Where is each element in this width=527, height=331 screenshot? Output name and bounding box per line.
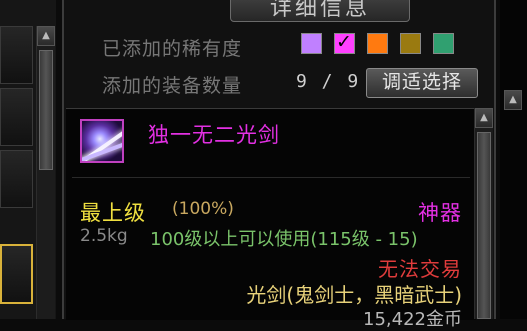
scroll-thumb[interactable]: [477, 132, 491, 319]
equipment-count-label: 添加的装备数量: [102, 75, 243, 97]
lightsaber-item-icon: [80, 119, 124, 163]
item-list-scrollbar[interactable]: ▲: [36, 26, 55, 319]
scroll-up-icon[interactable]: ▲: [504, 90, 522, 110]
item-tooltip-card: 独一无二光剑 最上级 (100%) 神器 2.5kg 100级以上可以使用(11…: [66, 108, 476, 330]
detail-scrollbar[interactable]: ▲: [474, 108, 493, 319]
item-name: 独一无二光剑: [148, 123, 280, 147]
rarity-swatch-olive[interactable]: [400, 33, 421, 54]
item-level-requirement: 100级以上可以使用(115级 - 15): [150, 229, 418, 250]
item-trade-status: 无法交易: [378, 257, 462, 281]
item-list-panel: ▲: [0, 0, 56, 319]
window-title-tab: 详细信息: [230, 0, 410, 22]
item-price: 15,422金币: [363, 309, 462, 330]
adjust-selection-button[interactable]: 调适选择: [366, 68, 478, 98]
equipment-count-value: 9 / 9: [296, 71, 361, 92]
item-weight: 2.5kg: [80, 226, 128, 246]
item-grade: 最上级: [80, 201, 146, 225]
item-usable-classes: 光剑(鬼剑士，黑暗武士): [246, 283, 462, 307]
outer-window-edge: ▲: [500, 0, 527, 319]
item-slot[interactable]: [0, 26, 33, 84]
rarity-swatch-orange[interactable]: [367, 33, 388, 54]
divider: [72, 177, 470, 178]
item-rarity: 神器: [418, 201, 462, 225]
window-title: 详细信息: [269, 0, 370, 21]
item-grade-percent: (100%): [172, 199, 234, 219]
scroll-up-icon[interactable]: ▲: [475, 108, 493, 128]
scroll-thumb[interactable]: [39, 50, 53, 170]
item-slot-selected[interactable]: [0, 244, 33, 304]
rarity-swatch-pink-checked[interactable]: ✓: [334, 31, 355, 54]
checkmark-icon: ✓: [336, 31, 352, 53]
detail-window: 详细信息 已添加的稀有度 ✓ 添加的装备数量 9 / 9 调适选择 独一无二光剑…: [62, 0, 496, 330]
rarity-swatch-purple[interactable]: [301, 33, 322, 54]
scroll-up-icon[interactable]: ▲: [37, 26, 55, 46]
item-slot[interactable]: [0, 150, 33, 208]
item-slot[interactable]: [0, 88, 33, 146]
rarity-swatch-teal[interactable]: [433, 33, 454, 54]
rarity-filter-label: 已添加的稀有度: [102, 38, 243, 60]
